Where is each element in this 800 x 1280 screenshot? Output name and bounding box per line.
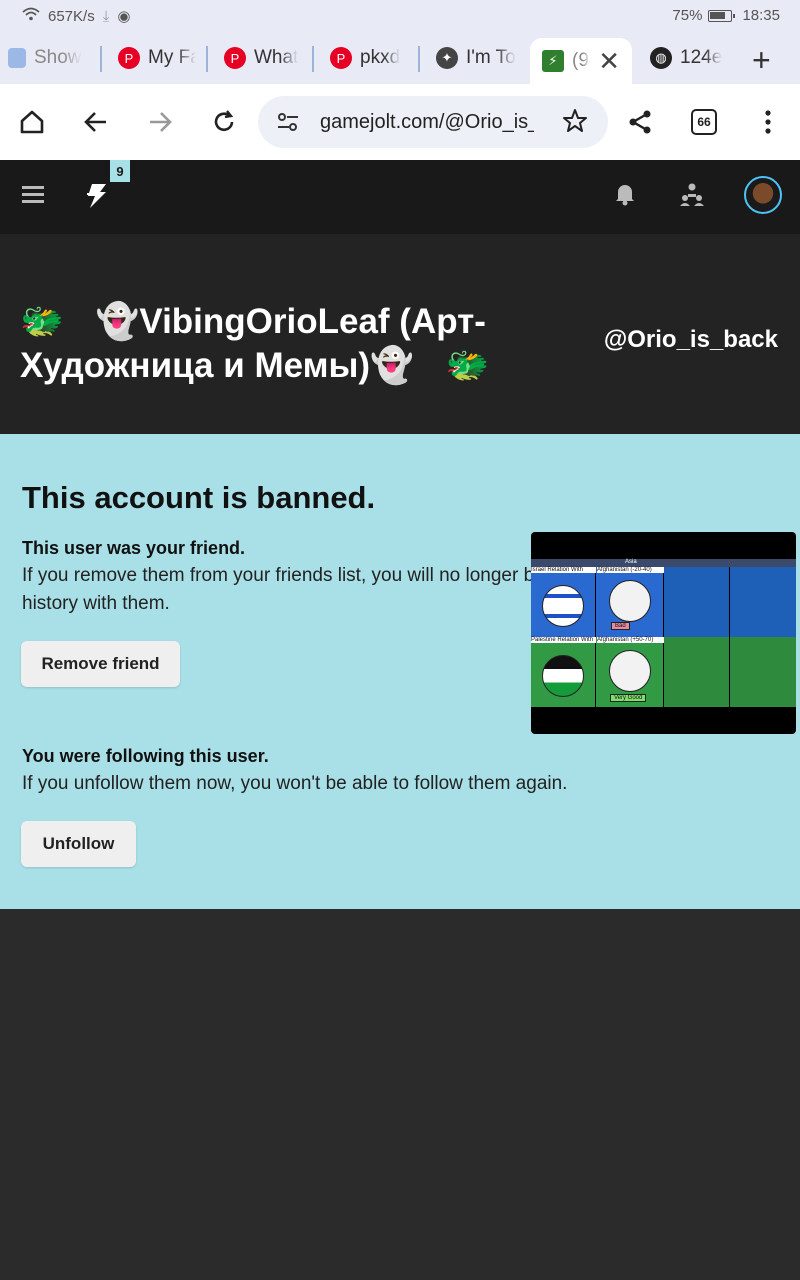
friends-button[interactable] [679, 182, 705, 211]
globe-icon: ◍ [650, 47, 672, 69]
tab-favicon [8, 48, 26, 68]
browser-tab-active[interactable]: ⚡ (9) ✕ [530, 38, 632, 84]
unfollow-button[interactable]: Unfollow [21, 821, 136, 867]
forward-button[interactable] [140, 102, 180, 142]
site-settings-icon[interactable] [276, 110, 300, 139]
remove-friend-button[interactable]: Remove friend [21, 641, 180, 687]
floating-video-overlay[interactable]: Asia Israel Relation With Afghanistan (-… [531, 532, 796, 734]
profile-display-name: 🐲ᅟ👻VibingOrioLeaf (Арт-Художница и Мемы)… [20, 302, 490, 385]
gamejolt-logo-button[interactable] [84, 182, 110, 215]
tab-count: 66 [691, 109, 717, 135]
browser-toolbar: gamejolt.com/@Orio_is_back 66 [0, 84, 800, 160]
sync-icon: ◉ [117, 8, 131, 25]
video-cell-label: Afghanistan (+50-70) [597, 637, 664, 643]
battery-percent: 75% [672, 7, 703, 24]
browser-tab[interactable]: P pkxd [330, 38, 408, 78]
tab-favicon: ✦ [436, 47, 458, 69]
browser-tab[interactable]: Show [8, 38, 92, 78]
battery-icon [708, 9, 736, 22]
profile-banner: 🐲ᅟ👻VibingOrioLeaf (Арт-Художница и Мемы)… [0, 234, 800, 434]
pinterest-icon: P [330, 47, 352, 69]
israel-ball-image [542, 585, 584, 627]
reload-button[interactable] [204, 102, 244, 142]
user-avatar[interactable] [744, 176, 782, 214]
video-cell-label: Afghanistan (-20-40) [597, 567, 664, 573]
status-bar: 657K/s ⤓ ◉ 75% 18:35 [0, 0, 800, 34]
reload-icon [214, 110, 234, 131]
back-button[interactable] [76, 102, 116, 142]
relation-tag: Very Good [610, 694, 647, 702]
close-tab-icon[interactable]: ✕ [598, 46, 620, 77]
home-icon [20, 110, 44, 134]
browser-tab[interactable]: P What [224, 38, 302, 78]
site-header: 9 [0, 160, 800, 234]
banned-title: This account is banned. [22, 480, 376, 515]
hamburger-menu-button[interactable] [22, 184, 44, 209]
follow-heading: You were following this user. [22, 746, 269, 766]
tab-switcher-button[interactable]: 66 [684, 102, 724, 142]
follow-description: If you unfollow them now, you won't be a… [22, 773, 568, 794]
address-bar[interactable]: gamejolt.com/@Orio_is_back [258, 96, 608, 148]
bookmark-star-icon[interactable] [562, 108, 588, 139]
wifi-icon [22, 7, 40, 25]
notification-count-badge: 9 [110, 160, 130, 182]
home-button[interactable] [12, 102, 52, 142]
video-row: Israel Relation With Afghanistan (-20-40… [531, 567, 796, 637]
pinterest-icon: P [224, 47, 246, 69]
browser-tab[interactable]: ✦ I'm To [436, 38, 520, 78]
arrow-left-icon [84, 112, 106, 132]
palestine-ball-image [542, 655, 584, 697]
menu-button[interactable] [748, 102, 788, 142]
friends-icon [680, 183, 704, 206]
afghanistan-ball-image [609, 580, 651, 622]
video-header-label: Asia [625, 559, 637, 565]
video-row: Palestine Relation With Afghanistan (+50… [531, 637, 796, 707]
tab-strip: Show P My Fa P What P pkxd ✦ I'm To ⚡ (9… [0, 34, 800, 84]
video-header-row: Asia [531, 559, 796, 567]
browser-tab[interactable]: ◍ 124e [650, 38, 730, 78]
pinterest-icon: P [118, 47, 140, 69]
bell-icon [616, 185, 634, 206]
relation-tag: Bad [611, 622, 630, 630]
new-tab-button[interactable]: + [752, 42, 771, 79]
hamburger-icon [22, 186, 44, 203]
clock: 18:35 [742, 7, 780, 24]
arrow-right-icon [150, 112, 172, 132]
share-button[interactable] [620, 102, 660, 142]
network-speed: 657K/s [48, 7, 95, 25]
more-vertical-icon [765, 110, 771, 134]
url-text: gamejolt.com/@Orio_is_back [320, 111, 534, 133]
download-icon: ⤓ [102, 7, 110, 25]
share-icon [629, 110, 651, 134]
notifications-button[interactable] [614, 182, 636, 211]
gamejolt-logo-icon [87, 184, 106, 208]
profile-handle[interactable]: @Orio_is_back [604, 326, 778, 354]
browser-tab[interactable]: P My Fa [118, 38, 196, 78]
friend-heading: This user was your friend. [22, 538, 246, 558]
gamejolt-icon: ⚡ [542, 50, 564, 72]
video-cell-label: Israel Relation With [531, 567, 596, 573]
video-cell-label: Palestine Relation With [531, 637, 596, 643]
afghanistan-ball-image [609, 650, 651, 692]
